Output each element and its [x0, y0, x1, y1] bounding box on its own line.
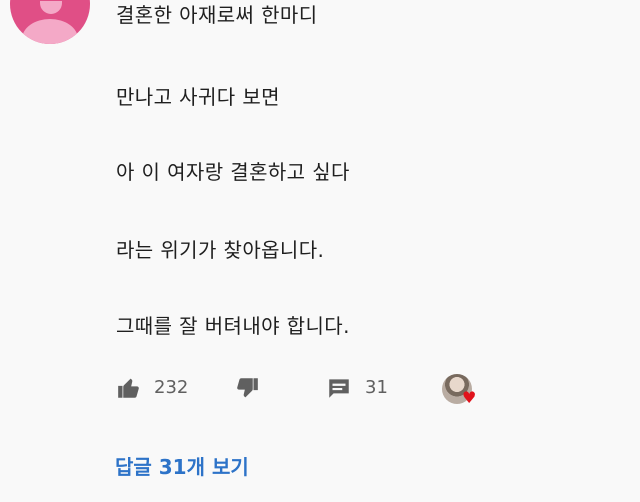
- reply-count: 31: [365, 377, 388, 398]
- heart-icon: ♥: [462, 388, 477, 407]
- view-replies-link[interactable]: 답글 31개 보기: [115, 454, 249, 480]
- thumbs-down-icon[interactable]: [234, 375, 260, 401]
- comment-line: 결혼한 아재로써 한마디: [116, 3, 318, 27]
- like-count: 232: [154, 377, 189, 398]
- comment-card: 결혼한 아재로써 한마디 만나고 사귀다 보면 아 이 여자랑 결혼하고 싶다 …: [0, 0, 640, 502]
- user-avatar-icon[interactable]: [10, 0, 90, 44]
- comment-line: 그때를 잘 버텨내야 합니다.: [116, 314, 350, 338]
- thumbs-up-icon[interactable]: [116, 375, 142, 401]
- creator-heart-icon: ♥: [442, 374, 480, 408]
- avatar-shoulders-shape: [22, 19, 78, 44]
- reply-comment-icon[interactable]: [326, 375, 352, 401]
- comment-line: 아 이 여자랑 결혼하고 싶다: [116, 160, 350, 184]
- avatar-head-shape: [40, 1, 62, 14]
- comment-line: 만나고 사귀다 보면: [116, 85, 280, 109]
- comment-line: 라는 위기가 찾아옵니다.: [116, 238, 325, 262]
